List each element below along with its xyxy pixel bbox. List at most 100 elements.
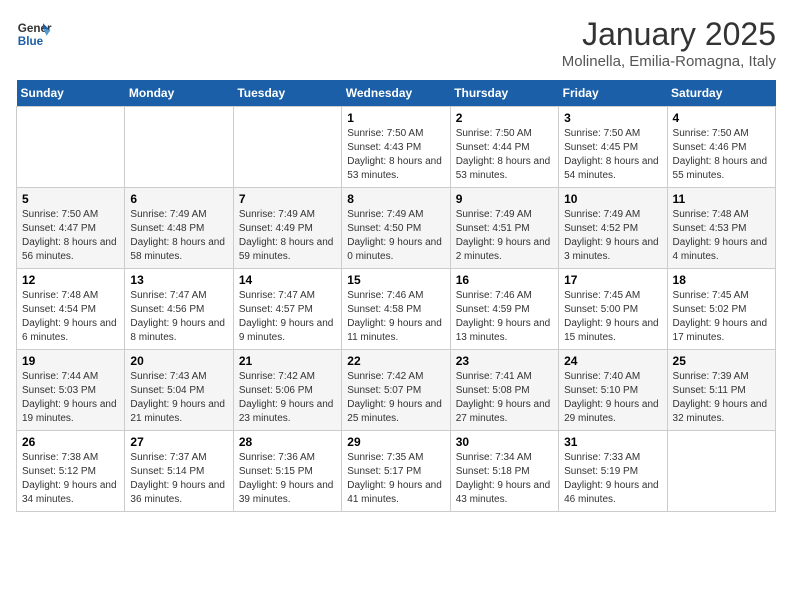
weekday-header-cell: Friday [559, 80, 667, 107]
calendar-day-cell: 2 Sunrise: 7:50 AMSunset: 4:44 PMDaylight… [450, 107, 558, 188]
day-number: 15 [347, 273, 444, 287]
calendar-day-cell: 11 Sunrise: 7:48 AMSunset: 4:53 PMDayligh… [667, 188, 775, 269]
day-info: Sunrise: 7:37 AMSunset: 5:14 PMDaylight:… [130, 451, 227, 507]
day-number: 17 [564, 273, 661, 287]
weekday-header-cell: Saturday [667, 80, 775, 107]
calendar-day-cell: 1 Sunrise: 7:50 AMSunset: 4:43 PMDaylight… [342, 107, 450, 188]
weekday-header-cell: Wednesday [342, 80, 450, 107]
calendar-day-cell: 20 Sunrise: 7:43 AMSunset: 5:04 PMDayligh… [125, 350, 233, 431]
day-number: 25 [673, 354, 770, 368]
calendar-week-row: 5Sunrise: 7:50 AMSunset: 4:47 PMDaylight… [17, 188, 776, 269]
location-title: Molinella, Emilia-Romagna, Italy [562, 53, 776, 70]
day-number: 20 [130, 354, 227, 368]
day-info: Sunrise: 7:34 AMSunset: 5:18 PMDaylight:… [456, 451, 553, 507]
calendar-week-row: 19 Sunrise: 7:44 AMSunset: 5:03 PMDayligh… [17, 350, 776, 431]
calendar-day-cell: 16 Sunrise: 7:46 AMSunset: 4:59 PMDayligh… [450, 269, 558, 350]
calendar-day-cell: 17Sunrise: 7:45 AMSunset: 5:00 PMDayligh… [559, 269, 667, 350]
day-info: Sunrise: 7:39 AMSunset: 5:11 PMDaylight:… [673, 370, 770, 426]
day-info: Sunrise: 7:48 AMSunset: 4:54 PMDaylight:… [22, 289, 119, 345]
logo-icon: General Blue [16, 16, 52, 52]
calendar-day-cell: 10Sunrise: 7:49 AMSunset: 4:52 PMDayligh… [559, 188, 667, 269]
day-number: 7 [239, 192, 336, 206]
calendar-day-cell [17, 107, 125, 188]
calendar-day-cell: 4 Sunrise: 7:50 AMSunset: 4:46 PMDaylight… [667, 107, 775, 188]
calendar-day-cell: 12 Sunrise: 7:48 AMSunset: 4:54 PMDayligh… [17, 269, 125, 350]
day-info: Sunrise: 7:47 AMSunset: 4:57 PMDaylight:… [239, 289, 336, 345]
day-number: 28 [239, 435, 336, 449]
day-number: 30 [456, 435, 553, 449]
day-info: Sunrise: 7:47 AMSunset: 4:56 PMDaylight:… [130, 289, 227, 345]
calendar-day-cell: 9 Sunrise: 7:49 AMSunset: 4:51 PMDaylight… [450, 188, 558, 269]
calendar-body: 1 Sunrise: 7:50 AMSunset: 4:43 PMDaylight… [17, 107, 776, 512]
calendar-week-row: 26 Sunrise: 7:38 AMSunset: 5:12 PMDayligh… [17, 431, 776, 512]
calendar-day-cell [233, 107, 341, 188]
calendar-day-cell: 8 Sunrise: 7:49 AMSunset: 4:50 PMDaylight… [342, 188, 450, 269]
day-info: Sunrise: 7:41 AMSunset: 5:08 PMDaylight:… [456, 370, 553, 426]
day-info: Sunrise: 7:49 AMSunset: 4:48 PMDaylight:… [130, 208, 227, 264]
header: General Blue January 2025 Molinella, Emi… [16, 16, 776, 70]
day-number: 21 [239, 354, 336, 368]
day-number: 23 [456, 354, 553, 368]
day-info: Sunrise: 7:44 AMSunset: 5:03 PMDaylight:… [22, 370, 119, 426]
day-info: Sunrise: 7:50 AMSunset: 4:44 PMDaylight:… [456, 127, 553, 183]
calendar-table: SundayMondayTuesdayWednesdayThursdayFrid… [16, 80, 776, 512]
day-info: Sunrise: 7:43 AMSunset: 5:04 PMDaylight:… [130, 370, 227, 426]
calendar-day-cell: 5Sunrise: 7:50 AMSunset: 4:47 PMDaylight… [17, 188, 125, 269]
day-info: Sunrise: 7:42 AMSunset: 5:07 PMDaylight:… [347, 370, 444, 426]
calendar-day-cell: 15 Sunrise: 7:46 AMSunset: 4:58 PMDayligh… [342, 269, 450, 350]
calendar-day-cell [667, 431, 775, 512]
day-number: 13 [130, 273, 227, 287]
calendar-day-cell: 18 Sunrise: 7:45 AMSunset: 5:02 PMDayligh… [667, 269, 775, 350]
day-info: Sunrise: 7:46 AMSunset: 4:58 PMDaylight:… [347, 289, 444, 345]
day-number: 9 [456, 192, 553, 206]
day-info: Sunrise: 7:50 AMSunset: 4:45 PMDaylight:… [564, 127, 661, 183]
calendar-day-cell: 21 Sunrise: 7:42 AMSunset: 5:06 PMDayligh… [233, 350, 341, 431]
day-info: Sunrise: 7:50 AMSunset: 4:46 PMDaylight:… [673, 127, 770, 183]
day-number: 1 [347, 111, 444, 125]
calendar-day-cell: 29Sunrise: 7:35 AMSunset: 5:17 PMDayligh… [342, 431, 450, 512]
day-info: Sunrise: 7:40 AMSunset: 5:10 PMDaylight:… [564, 370, 661, 426]
calendar-day-cell: 26 Sunrise: 7:38 AMSunset: 5:12 PMDayligh… [17, 431, 125, 512]
calendar-day-cell: 31Sunrise: 7:33 AMSunset: 5:19 PMDayligh… [559, 431, 667, 512]
day-number: 16 [456, 273, 553, 287]
calendar-day-cell: 14 Sunrise: 7:47 AMSunset: 4:57 PMDayligh… [233, 269, 341, 350]
day-info: Sunrise: 7:45 AMSunset: 5:02 PMDaylight:… [673, 289, 770, 345]
calendar-day-cell: 7 Sunrise: 7:49 AMSunset: 4:49 PMDaylight… [233, 188, 341, 269]
day-number: 4 [673, 111, 770, 125]
day-info: Sunrise: 7:50 AMSunset: 4:47 PMDaylight:… [22, 208, 119, 264]
calendar-day-cell: 28 Sunrise: 7:36 AMSunset: 5:15 PMDayligh… [233, 431, 341, 512]
day-info: Sunrise: 7:38 AMSunset: 5:12 PMDaylight:… [22, 451, 119, 507]
calendar-day-cell: 24Sunrise: 7:40 AMSunset: 5:10 PMDayligh… [559, 350, 667, 431]
day-number: 26 [22, 435, 119, 449]
day-info: Sunrise: 7:46 AMSunset: 4:59 PMDaylight:… [456, 289, 553, 345]
calendar-day-cell: 13 Sunrise: 7:47 AMSunset: 4:56 PMDayligh… [125, 269, 233, 350]
weekday-header-cell: Thursday [450, 80, 558, 107]
calendar-week-row: 1 Sunrise: 7:50 AMSunset: 4:43 PMDaylight… [17, 107, 776, 188]
day-number: 12 [22, 273, 119, 287]
day-info: Sunrise: 7:49 AMSunset: 4:49 PMDaylight:… [239, 208, 336, 264]
day-number: 3 [564, 111, 661, 125]
day-info: Sunrise: 7:49 AMSunset: 4:52 PMDaylight:… [564, 208, 661, 264]
day-number: 19 [22, 354, 119, 368]
day-number: 11 [673, 192, 770, 206]
day-info: Sunrise: 7:36 AMSunset: 5:15 PMDaylight:… [239, 451, 336, 507]
day-number: 27 [130, 435, 227, 449]
day-info: Sunrise: 7:49 AMSunset: 4:51 PMDaylight:… [456, 208, 553, 264]
day-info: Sunrise: 7:50 AMSunset: 4:43 PMDaylight:… [347, 127, 444, 183]
calendar-day-cell: 23 Sunrise: 7:41 AMSunset: 5:08 PMDayligh… [450, 350, 558, 431]
day-number: 18 [673, 273, 770, 287]
calendar-week-row: 12 Sunrise: 7:48 AMSunset: 4:54 PMDayligh… [17, 269, 776, 350]
day-number: 2 [456, 111, 553, 125]
title-area: January 2025 Molinella, Emilia-Romagna, … [562, 16, 776, 70]
calendar-day-cell: 6Sunrise: 7:49 AMSunset: 4:48 PMDaylight… [125, 188, 233, 269]
day-number: 8 [347, 192, 444, 206]
day-info: Sunrise: 7:48 AMSunset: 4:53 PMDaylight:… [673, 208, 770, 264]
day-info: Sunrise: 7:42 AMSunset: 5:06 PMDaylight:… [239, 370, 336, 426]
day-info: Sunrise: 7:49 AMSunset: 4:50 PMDaylight:… [347, 208, 444, 264]
day-number: 14 [239, 273, 336, 287]
calendar-day-cell [125, 107, 233, 188]
calendar-day-cell: 19 Sunrise: 7:44 AMSunset: 5:03 PMDayligh… [17, 350, 125, 431]
calendar-day-cell: 25 Sunrise: 7:39 AMSunset: 5:11 PMDayligh… [667, 350, 775, 431]
calendar-day-cell: 27 Sunrise: 7:37 AMSunset: 5:14 PMDayligh… [125, 431, 233, 512]
day-info: Sunrise: 7:35 AMSunset: 5:17 PMDaylight:… [347, 451, 444, 507]
